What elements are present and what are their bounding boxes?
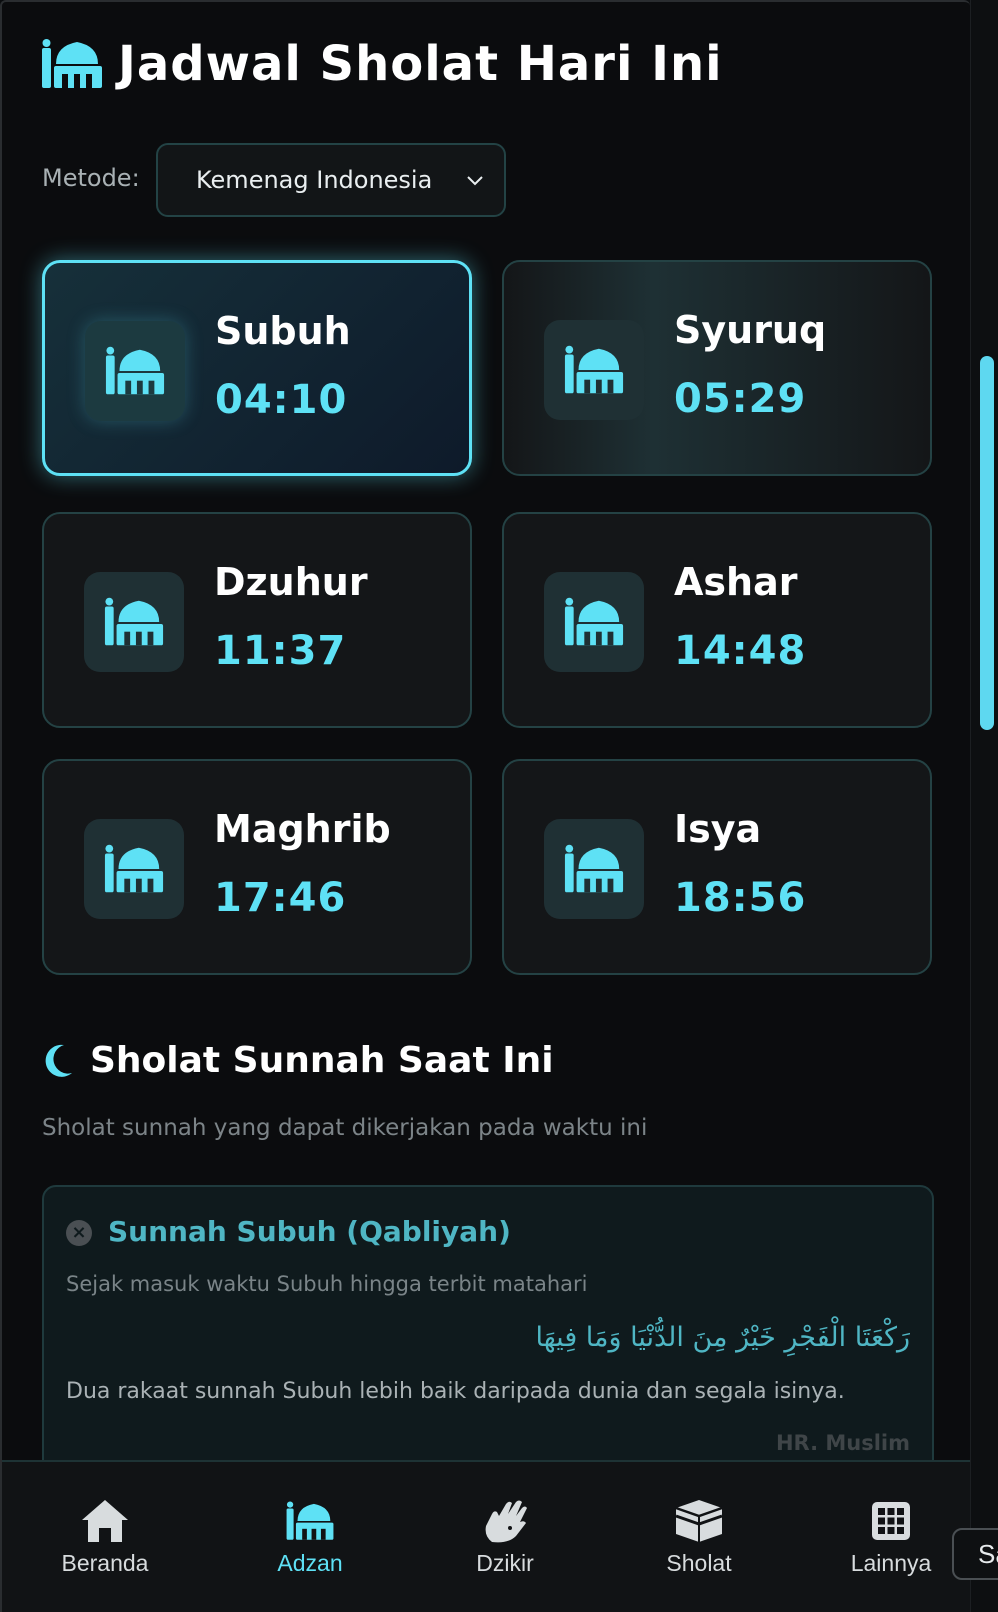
prayer-card-syuruq[interactable]: Syuruq 05:29 xyxy=(502,260,932,476)
section-title: Sholat Sunnah Saat Ini xyxy=(90,1040,554,1081)
sunnah-time-range: Sejak masuk waktu Subuh hingga terbit ma… xyxy=(66,1272,588,1296)
prayer-card-maghrib[interactable]: Maghrib 17:46 xyxy=(42,759,472,975)
nav-item-beranda[interactable]: Beranda xyxy=(20,1498,190,1577)
prayer-card-subuh[interactable]: Subuh 04:10 xyxy=(42,260,472,476)
sunnah-source: HR. Muslim xyxy=(775,1431,910,1455)
page-title: Jadwal Sholat Hari Ini xyxy=(118,36,723,92)
prayer-icon-box xyxy=(544,572,644,672)
metode-label: Metode: xyxy=(42,164,140,192)
nav-item-dzikir[interactable]: Dzikir xyxy=(420,1498,590,1577)
nav-label: Beranda xyxy=(61,1550,149,1576)
bottom-nav: Beranda Adzan Dzikir Sholat Lainnya xyxy=(2,1460,970,1612)
prayer-name: Dzuhur xyxy=(214,560,368,604)
nav-item-adzan[interactable]: Adzan xyxy=(225,1498,395,1577)
mosque-icon xyxy=(564,597,624,646)
prayer-time: 11:37 xyxy=(214,628,347,674)
prayer-icon-box xyxy=(84,572,184,672)
prayer-name: Ashar xyxy=(674,560,798,604)
mosque-icon xyxy=(42,39,102,88)
prayer-name: Isya xyxy=(674,807,762,851)
scrollbar-track[interactable] xyxy=(970,0,998,1612)
nav-label: Sholat xyxy=(666,1550,732,1576)
metode-select[interactable]: Kemenag Indonesia xyxy=(156,143,506,217)
section-subtitle: Sholat sunnah yang dapat dikerjakan pada… xyxy=(42,1115,648,1141)
prayer-time: 18:56 xyxy=(674,875,807,921)
mosque-icon xyxy=(104,844,164,893)
mosque-icon xyxy=(564,345,624,394)
page-header: Jadwal Sholat Hari Ini xyxy=(40,36,723,92)
mosque-icon xyxy=(104,597,164,646)
sunnah-title: Sunnah Subuh (Qabliyah) xyxy=(108,1215,511,1248)
prayer-card-isya[interactable]: Isya 18:56 xyxy=(502,759,932,975)
prayer-icon-box xyxy=(544,320,644,420)
sunnah-section-header: Sholat Sunnah Saat Ini xyxy=(42,1040,554,1081)
sunnah-description: Dua rakaat sunnah Subuh lebih baik darip… xyxy=(66,1379,845,1404)
home-icon xyxy=(82,1500,128,1542)
scrollbar-thumb[interactable] xyxy=(980,356,994,730)
prayer-name: Subuh xyxy=(215,309,351,353)
prayer-icon-box xyxy=(544,819,644,919)
prayer-time: 14:48 xyxy=(674,628,807,674)
nav-label: Dzikir xyxy=(476,1550,534,1576)
prayer-name: Syuruq xyxy=(674,308,827,352)
metode-selected-value: Kemenag Indonesia xyxy=(196,166,433,194)
nav-item-lainnya[interactable]: Lainnya xyxy=(806,1498,970,1577)
main-panel: Jadwal Sholat Hari Ini Metode: Kemenag I… xyxy=(0,0,970,1612)
sunnah-arabic-text: رَكْعَتَا الْفَجْرِ خَيْرٌ مِنَ الدُّنْي… xyxy=(535,1322,911,1353)
prayer-time: 05:29 xyxy=(674,376,807,422)
moon-icon xyxy=(45,1044,72,1077)
save-button[interactable]: Sa xyxy=(952,1528,998,1580)
nav-label: Adzan xyxy=(277,1550,343,1576)
grid-icon xyxy=(872,1502,910,1540)
prayer-card-dzuhur[interactable]: Dzuhur 11:37 xyxy=(42,512,472,728)
mosque-icon xyxy=(105,346,165,395)
prayer-time: 17:46 xyxy=(214,875,347,921)
mosque-icon xyxy=(286,1501,334,1540)
close-icon: × xyxy=(66,1220,92,1246)
prayer-icon-box xyxy=(85,321,185,421)
prayer-name: Maghrib xyxy=(214,807,391,851)
prayer-icon-box xyxy=(84,819,184,919)
kaaba-icon xyxy=(675,1500,723,1542)
prayer-card-ashar[interactable]: Ashar 14:48 xyxy=(502,512,932,728)
nav-item-sholat[interactable]: Sholat xyxy=(614,1498,784,1577)
mosque-icon xyxy=(564,844,624,893)
nav-label: Lainnya xyxy=(850,1550,932,1576)
hand-icon xyxy=(485,1500,527,1543)
sunnah-card[interactable]: × Sunnah Subuh (Qabliyah) Sejak masuk wa… xyxy=(42,1185,934,1485)
prayer-time: 04:10 xyxy=(215,377,348,423)
chevron-down-icon xyxy=(467,176,483,186)
